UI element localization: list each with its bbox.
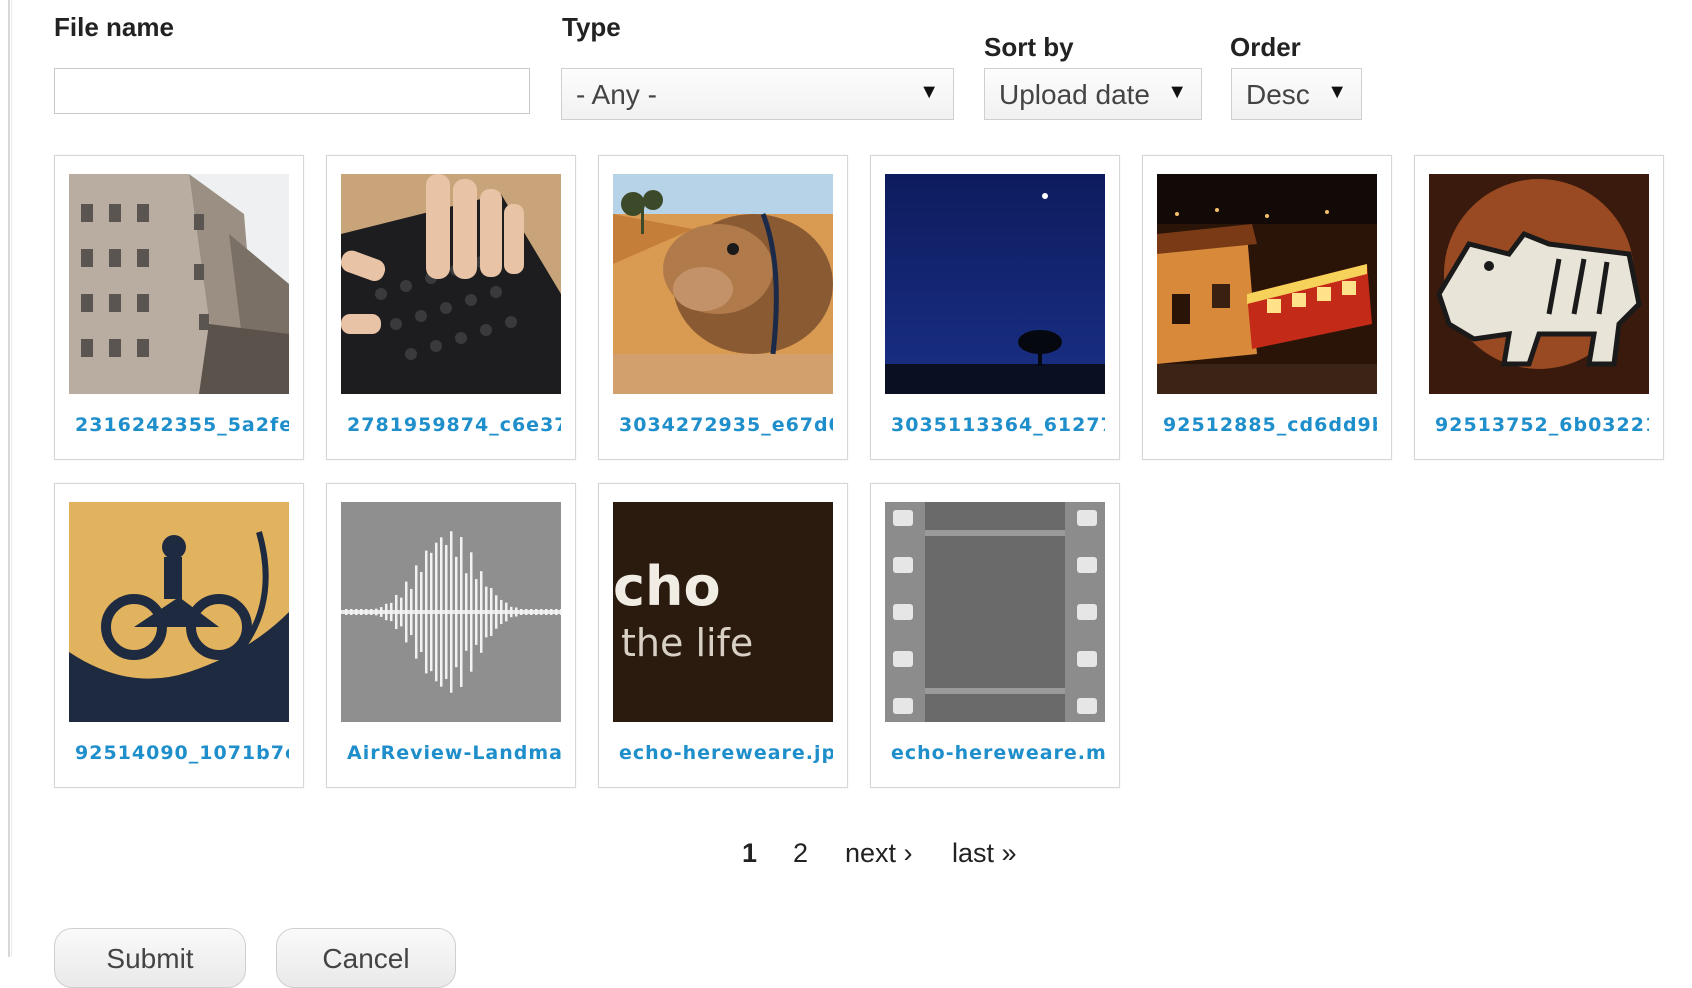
file-tile[interactable]: 3035113364_61277 <box>870 155 1120 460</box>
order-label: Order <box>1230 32 1301 62</box>
file-name-label: File name <box>54 12 174 42</box>
pager-page-2-link[interactable]: 2 <box>793 838 808 869</box>
file-name-link[interactable]: 92514090_1071b7c <box>75 742 289 764</box>
left-border <box>8 0 12 957</box>
type-select[interactable]: - Any - ▼ <box>561 68 954 120</box>
file-name-link[interactable]: 3034272935_e67d0 <box>619 414 833 436</box>
audio-waveform-icon[interactable] <box>341 502 561 722</box>
order-selected-value: Desc <box>1246 79 1310 110</box>
sort-by-select[interactable]: Upload date ▼ <box>984 68 1202 120</box>
pager-next-link[interactable]: next › <box>845 838 913 869</box>
keyboard-photo-thumbnail[interactable] <box>341 174 561 394</box>
echo-thumb-line1: cho <box>613 555 721 618</box>
file-tile[interactable]: 92512885_cd6dd9b <box>1142 155 1392 460</box>
building-photo-thumbnail[interactable] <box>69 174 289 394</box>
file-name-link[interactable]: 92512885_cd6dd9b <box>1163 414 1377 436</box>
sort-by-label: Sort by <box>984 32 1074 62</box>
sort-by-selected-value: Upload date <box>999 79 1151 110</box>
file-tile[interactable]: AirReview-Landmar <box>326 483 576 788</box>
dropdown-arrow-icon: ▼ <box>1167 81 1187 103</box>
dropdown-arrow-icon: ▼ <box>1327 81 1347 103</box>
type-label: Type <box>562 12 621 42</box>
film-strip-icon[interactable] <box>885 502 1105 722</box>
file-name-link[interactable]: 2316242355_5a2fec <box>75 414 289 436</box>
echo-thumb-line2: the life <box>621 621 754 665</box>
dropdown-arrow-icon: ▼ <box>919 81 939 103</box>
file-tile[interactable]: 2781959874_c6e37 <box>326 155 576 460</box>
file-name-link[interactable]: AirReview-Landmar <box>347 742 561 764</box>
dog-graffiti-photo-thumbnail[interactable] <box>1429 174 1649 394</box>
camel-photo-thumbnail[interactable] <box>613 174 833 394</box>
tram-photo-thumbnail[interactable] <box>1157 174 1377 394</box>
pager-current-page: 1 <box>742 838 758 868</box>
file-name-link[interactable]: echo-hereweare.jpg <box>619 742 833 764</box>
echo-title-image-thumbnail[interactable]: cho the life <box>613 502 833 722</box>
cancel-button[interactable]: Cancel <box>276 928 456 988</box>
file-name-link[interactable]: echo-hereweare.mp <box>891 742 1105 764</box>
file-name-link[interactable]: 3035113364_61277 <box>891 414 1105 436</box>
file-tile[interactable]: 92514090_1071b7c <box>54 483 304 788</box>
file-tile[interactable]: echo-hereweare.mp <box>870 483 1120 788</box>
file-name-link[interactable]: 92513752_6b03221 <box>1435 414 1649 436</box>
file-tile[interactable]: 2316242355_5a2fec <box>54 155 304 460</box>
submit-button[interactable]: Submit <box>54 928 246 988</box>
file-tile[interactable]: 92513752_6b03221 <box>1414 155 1664 460</box>
pager-last-link[interactable]: last » <box>952 838 1017 869</box>
type-selected-value: - Any - <box>576 79 657 110</box>
order-select[interactable]: Desc ▼ <box>1231 68 1362 120</box>
file-name-link[interactable]: 2781959874_c6e37 <box>347 414 561 436</box>
file-name-input[interactable] <box>54 68 530 114</box>
night-sky-photo-thumbnail[interactable] <box>885 174 1105 394</box>
bike-graffiti-photo-thumbnail[interactable] <box>69 502 289 722</box>
file-tile[interactable]: 3034272935_e67d0 <box>598 155 848 460</box>
file-tile[interactable]: cho the life echo-hereweare.jpg <box>598 483 848 788</box>
